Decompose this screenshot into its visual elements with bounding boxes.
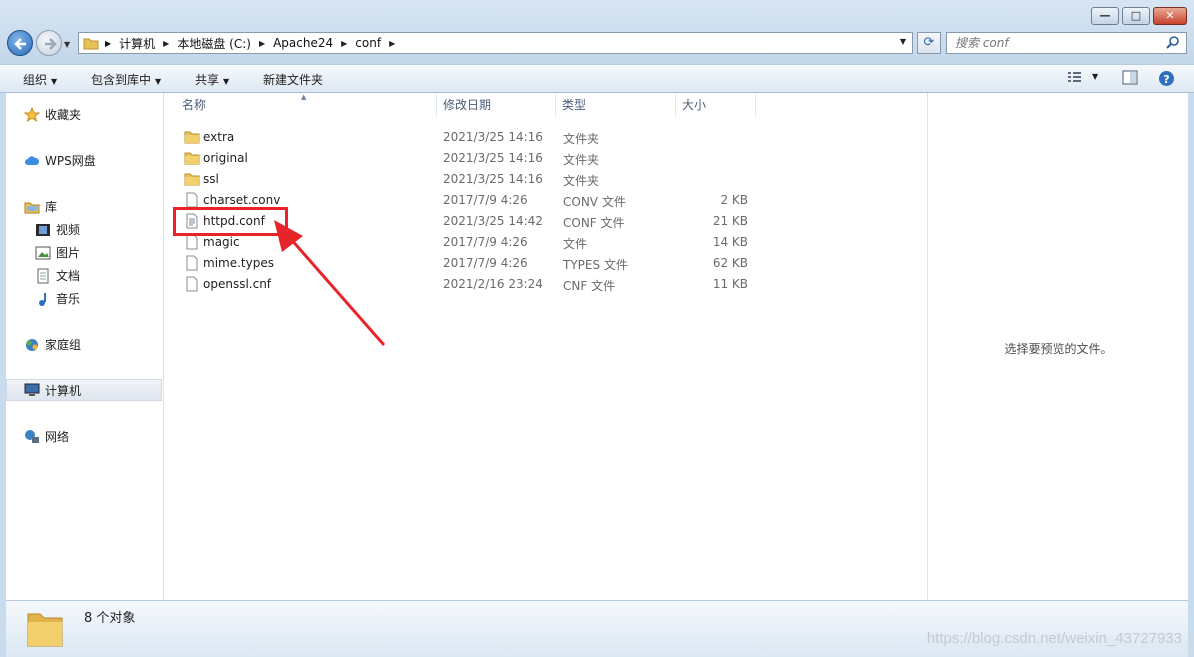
folder-large-icon xyxy=(27,613,63,647)
preview-pane: 选择要预览的文件。 xyxy=(927,93,1188,600)
watermark: https://blog.csdn.net/weixin_43727933 xyxy=(926,630,1182,647)
item-count: 8 个对象 xyxy=(84,611,136,626)
status-bar: 8 个对象 https://blog.csdn.net/weixin_43727… xyxy=(6,600,1188,657)
preview-message: 选择要预览的文件。 xyxy=(1004,342,1113,356)
